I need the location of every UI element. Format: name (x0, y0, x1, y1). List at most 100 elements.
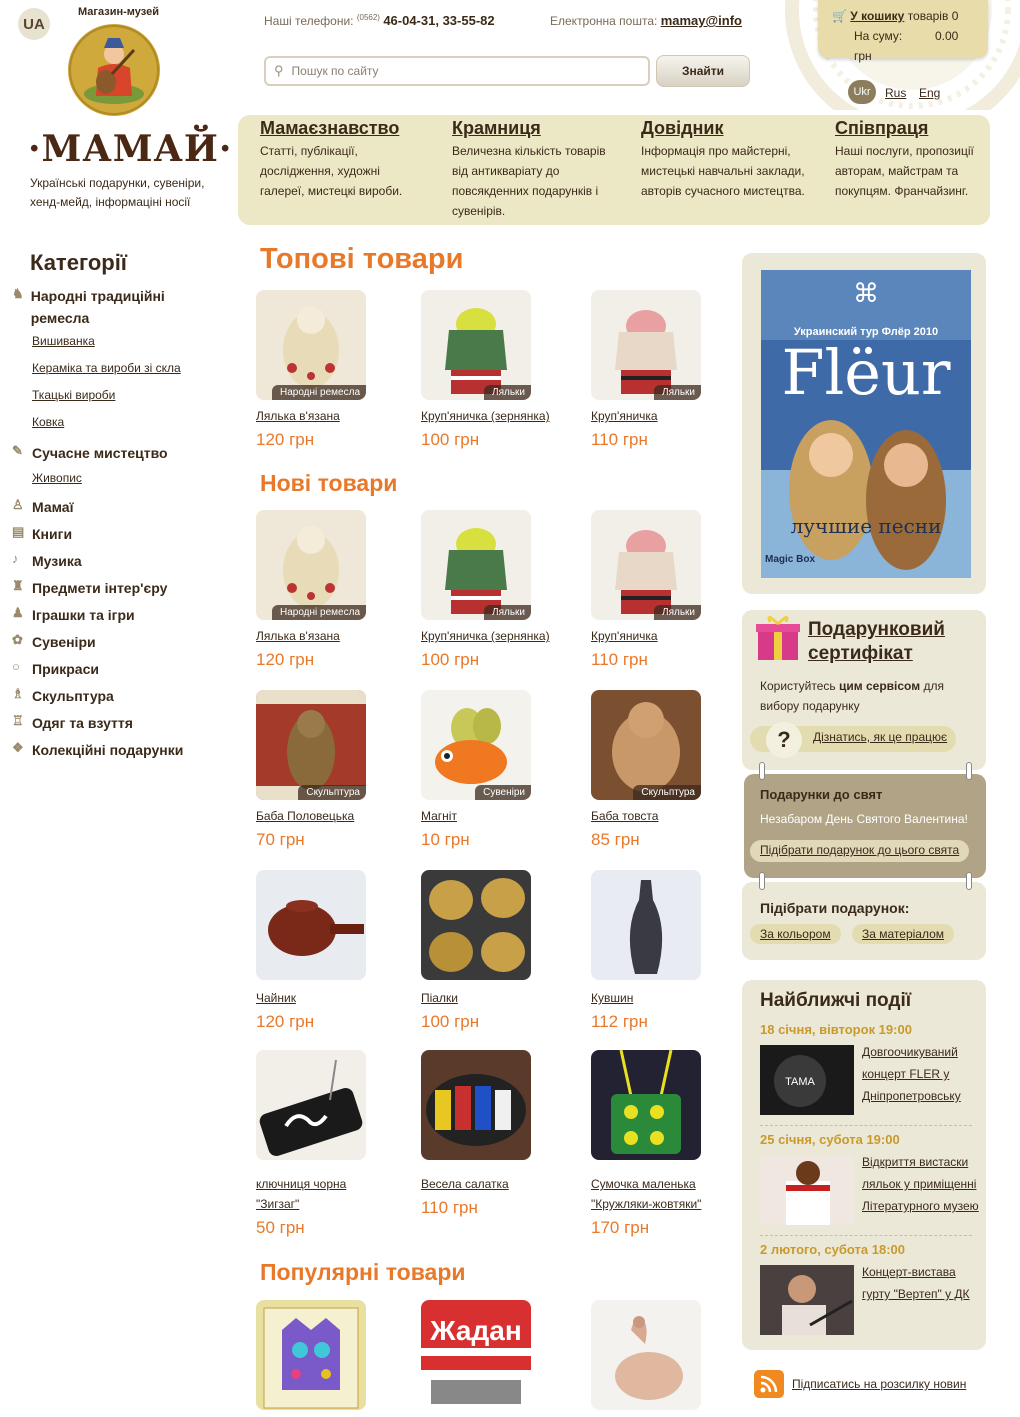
product-image[interactable] (256, 1050, 366, 1160)
service-link[interactable]: цим сервісом (839, 679, 920, 693)
subcategory-vyshyvanka[interactable]: Вишиванка (32, 334, 95, 348)
popular-product-image[interactable] (256, 1300, 366, 1410)
product-image[interactable] (421, 870, 531, 980)
nav-title[interactable]: Довідник (641, 118, 813, 139)
search-input[interactable]: ⚲ Пошук по сайту (264, 56, 650, 86)
subcategory-weaving[interactable]: Ткацькі вироби (32, 388, 115, 402)
product-name[interactable]: Сумочка маленька "Кружляки-жовтяки" (591, 1174, 741, 1214)
event-link[interactable]: Довгоочикуваний концерт FLER у Дніпропет… (862, 1041, 982, 1107)
event-image[interactable]: TAMA (760, 1045, 854, 1115)
rss-icon[interactable] (754, 1370, 784, 1398)
language-badge[interactable]: UA (18, 8, 50, 40)
product-name[interactable]: Магніт (421, 806, 571, 826)
holidays-pick-link[interactable]: Підібрати подарунок до цього свята (750, 840, 970, 862)
product-image[interactable] (591, 1050, 701, 1160)
pick-by-color[interactable]: За кольором (750, 924, 841, 944)
product-name[interactable]: Весела салатка (421, 1174, 571, 1194)
lang-eng[interactable]: Eng (919, 86, 940, 100)
nav-item-spivpratsia[interactable]: Співпраця Наші послуги, пропозиції автор… (835, 118, 985, 201)
product-card[interactable]: Скульптура Баба товста 85 грн (591, 690, 741, 850)
product-card[interactable]: Народні ремесла Лялька в'язана 120 грн (256, 290, 406, 450)
product-name[interactable]: Круп'яничка (зернянка) (421, 626, 571, 646)
nav-title[interactable]: Співпраця (835, 118, 985, 139)
category-interior[interactable]: ♜ Предмети інтер'єру (12, 577, 167, 599)
category-jewelry[interactable]: ○ Прикраси (12, 658, 99, 680)
product-image[interactable]: Ляльки (591, 510, 701, 620)
product-image[interactable]: Скульптура (256, 690, 366, 800)
category-books[interactable]: ▤ Книги (12, 523, 72, 545)
poster-image[interactable]: ⌘ Украинский тур Флёр 2010 Flëur лучшие … (761, 270, 971, 578)
category-music[interactable]: ♪ Музика (12, 550, 82, 572)
product-name[interactable]: Кувшин (591, 988, 741, 1008)
nav-title[interactable]: Мамаєзнавство (260, 118, 420, 139)
product-card[interactable]: Ляльки Круп'яничка 110 грн (591, 510, 741, 670)
how-it-works-link[interactable]: Дізнатись, як це працює (813, 730, 947, 744)
product-card[interactable]: Ляльки Круп'яничка 110 грн (591, 290, 741, 450)
category-toys[interactable]: ♟ Іграшки та ігри (12, 604, 135, 626)
product-card[interactable]: Чайник 120 грн (256, 870, 406, 1032)
product-card[interactable]: ключниця чорна "Зигзаг" 50 грн (256, 1050, 406, 1238)
lang-rus[interactable]: Rus (885, 86, 906, 100)
product-card[interactable]: Ляльки Круп'яничка (зернянка) 100 грн (421, 510, 571, 670)
product-image[interactable] (591, 870, 701, 980)
product-image[interactable]: Скульптура (591, 690, 701, 800)
category-folk-crafts[interactable]: ♞ Народні традиційні ремесла (12, 285, 212, 329)
product-name[interactable]: ключниця чорна "Зигзаг" (256, 1174, 356, 1214)
category-souvenirs[interactable]: ✿ Сувеніри (12, 631, 96, 653)
product-name[interactable]: Круп'яничка (зернянка) (421, 406, 571, 426)
product-name[interactable]: Круп'яничка (591, 626, 741, 646)
product-image[interactable] (421, 1050, 531, 1160)
product-image[interactable]: Сувеніри (421, 690, 531, 800)
category-sculpture[interactable]: ♗ Скульптура (12, 685, 114, 707)
search-button[interactable]: Знайти (656, 55, 750, 87)
product-card[interactable]: Скульптура Баба Половецька 70 грн (256, 690, 406, 850)
popular-product-image[interactable]: Жадан (421, 1300, 531, 1410)
product-card[interactable]: Весела салатка 110 грн (421, 1050, 571, 1218)
subcategory-forging[interactable]: Ковка (32, 415, 64, 429)
product-name[interactable]: Лялька в'язана (256, 626, 406, 646)
product-name[interactable]: Лялька в'язана (256, 406, 406, 426)
category-clothing[interactable]: ♖ Одяг та взуття (12, 712, 133, 734)
cart-link[interactable]: У кошику (850, 9, 904, 23)
category-collection-gifts[interactable]: ❖ Колекційні подарунки (12, 739, 183, 761)
product-image[interactable]: Ляльки (421, 290, 531, 400)
product-name[interactable]: Баба товста (591, 806, 741, 826)
event-image[interactable] (760, 1155, 854, 1225)
product-image[interactable]: Народні ремесла (256, 510, 366, 620)
product-image[interactable]: Ляльки (421, 510, 531, 620)
event-link[interactable]: Відкриття вистаски ляльок у приміщенні Л… (862, 1151, 984, 1217)
product-name[interactable]: Баба Половецька (256, 806, 406, 826)
product-name[interactable]: Круп'яничка (591, 406, 741, 426)
category-mamai[interactable]: ♙ Мамаї (12, 496, 74, 518)
product-card[interactable]: Народні ремесла Лялька в'язана 120 грн (256, 510, 406, 670)
nav-item-kramnytsia[interactable]: Крамниця Величезна кількість товарів від… (452, 118, 612, 221)
product-price: 110 грн (591, 430, 648, 449)
subcategory-painting[interactable]: Живопис (32, 471, 82, 485)
nav-item-mamaieznavstvo[interactable]: Мамаєзнавство Статті, публікації, дослід… (260, 118, 420, 201)
pick-by-material[interactable]: За матеріалом (852, 924, 955, 944)
event-link[interactable]: Концерт-вистава гурту "Вертеп" у ДК (862, 1261, 972, 1305)
product-card[interactable]: Сумочка маленька "Кружляки-жовтяки" 170 … (591, 1050, 741, 1238)
popular-product-image[interactable] (591, 1300, 701, 1410)
subcategory-ceramics[interactable]: Кераміка та вироби зі скла (32, 361, 181, 375)
product-image[interactable] (256, 870, 366, 980)
event-image[interactable] (760, 1265, 854, 1335)
logo-image[interactable] (68, 24, 160, 116)
nav-title[interactable]: Крамниця (452, 118, 612, 139)
product-name[interactable]: Піалки (421, 988, 571, 1008)
subscribe-link[interactable]: Підписатись на розсилку новин (792, 1377, 966, 1391)
gift-certificate-title[interactable]: Подарунковий сертифікат (808, 618, 978, 666)
product-image[interactable]: Ляльки (591, 290, 701, 400)
logo-wordmark[interactable]: ·МАМАЙ· (28, 128, 232, 170)
product-card[interactable]: Ляльки Круп'яничка (зернянка) 100 грн (421, 290, 571, 450)
product-card[interactable]: Сувеніри Магніт 10 грн (421, 690, 571, 850)
email-link[interactable]: mamay@info (661, 13, 742, 28)
cart-icon[interactable]: 🛒 (832, 9, 847, 23)
category-modern-art[interactable]: ✎ Сучасне мистецтво (12, 442, 168, 464)
product-name[interactable]: Чайник (256, 988, 406, 1008)
product-card[interactable]: Піалки 100 грн (421, 870, 571, 1032)
nav-item-dovidnyk[interactable]: Довідник Інформація про майстерні, мисте… (641, 118, 813, 201)
lang-ukr[interactable]: Ukr (848, 80, 876, 104)
product-image[interactable]: Народні ремесла (256, 290, 366, 400)
product-card[interactable]: Кувшин 112 грн (591, 870, 741, 1032)
